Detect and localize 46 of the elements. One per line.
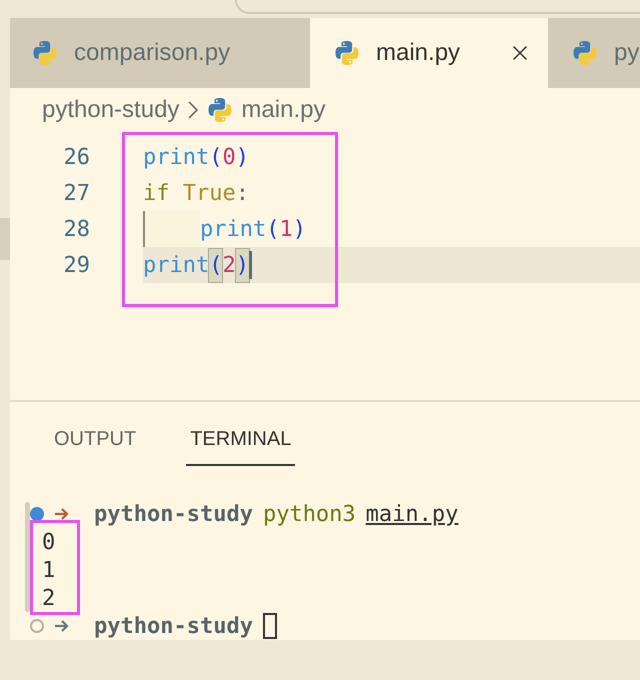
chevron-icon bbox=[187, 100, 200, 120]
code-token: if bbox=[143, 180, 170, 208]
terminal-output: 0 bbox=[42, 528, 56, 556]
code-token: print bbox=[143, 144, 210, 172]
tab-label: main.py bbox=[376, 38, 462, 68]
scrollbar[interactable] bbox=[25, 502, 30, 612]
code-token: print bbox=[200, 216, 266, 244]
python-logo-icon bbox=[207, 97, 234, 123]
matched-bracket: ( bbox=[209, 248, 222, 282]
code-token: True bbox=[182, 180, 236, 208]
code-token: ) bbox=[236, 144, 249, 172]
line-number: 28 bbox=[62, 216, 90, 244]
terminal-argument: main.py bbox=[366, 500, 458, 528]
code-token: ( bbox=[266, 216, 280, 244]
code-token: 2 bbox=[222, 252, 236, 280]
line-number: 26 bbox=[62, 144, 90, 172]
panel-tab[interactable]: TERMINAL bbox=[186, 424, 296, 466]
gutter-marker bbox=[0, 218, 10, 260]
code-token: ( bbox=[209, 144, 222, 172]
python-logo-icon bbox=[334, 40, 360, 66]
code-token: : bbox=[236, 180, 249, 208]
editor-tab[interactable]: py bbox=[548, 18, 640, 88]
panel-tab[interactable]: OUTPUT bbox=[50, 424, 140, 466]
code-token: print bbox=[143, 252, 210, 280]
python-logo-icon bbox=[572, 40, 598, 66]
python-logo-icon bbox=[32, 40, 58, 66]
tab-label: py bbox=[614, 38, 640, 68]
breadcrumb-item[interactable]: main.py bbox=[241, 92, 326, 128]
arrow-icon bbox=[54, 508, 70, 520]
arrow-icon bbox=[54, 620, 70, 632]
editor-tab[interactable]: main.py bbox=[310, 18, 548, 88]
editor-tab[interactable]: comparison.py bbox=[10, 18, 310, 88]
code-token: ) bbox=[292, 216, 306, 244]
terminal-output: 1 bbox=[42, 556, 56, 584]
tab-label: comparison.py bbox=[74, 38, 230, 68]
matched-bracket: ) bbox=[236, 248, 249, 282]
code-token: 0 bbox=[222, 144, 236, 172]
terminal-output: 2 bbox=[42, 584, 56, 612]
breadcrumb-item[interactable]: python-study bbox=[42, 92, 180, 128]
terminal-command: python3 bbox=[262, 500, 356, 528]
prompt-directory: python-study bbox=[94, 500, 253, 528]
code-token: 1 bbox=[279, 216, 293, 244]
line-number: 29 bbox=[62, 252, 90, 280]
text-cursor bbox=[248, 251, 252, 279]
line-number: 27 bbox=[62, 180, 90, 208]
prompt-directory: python-study bbox=[94, 612, 253, 640]
